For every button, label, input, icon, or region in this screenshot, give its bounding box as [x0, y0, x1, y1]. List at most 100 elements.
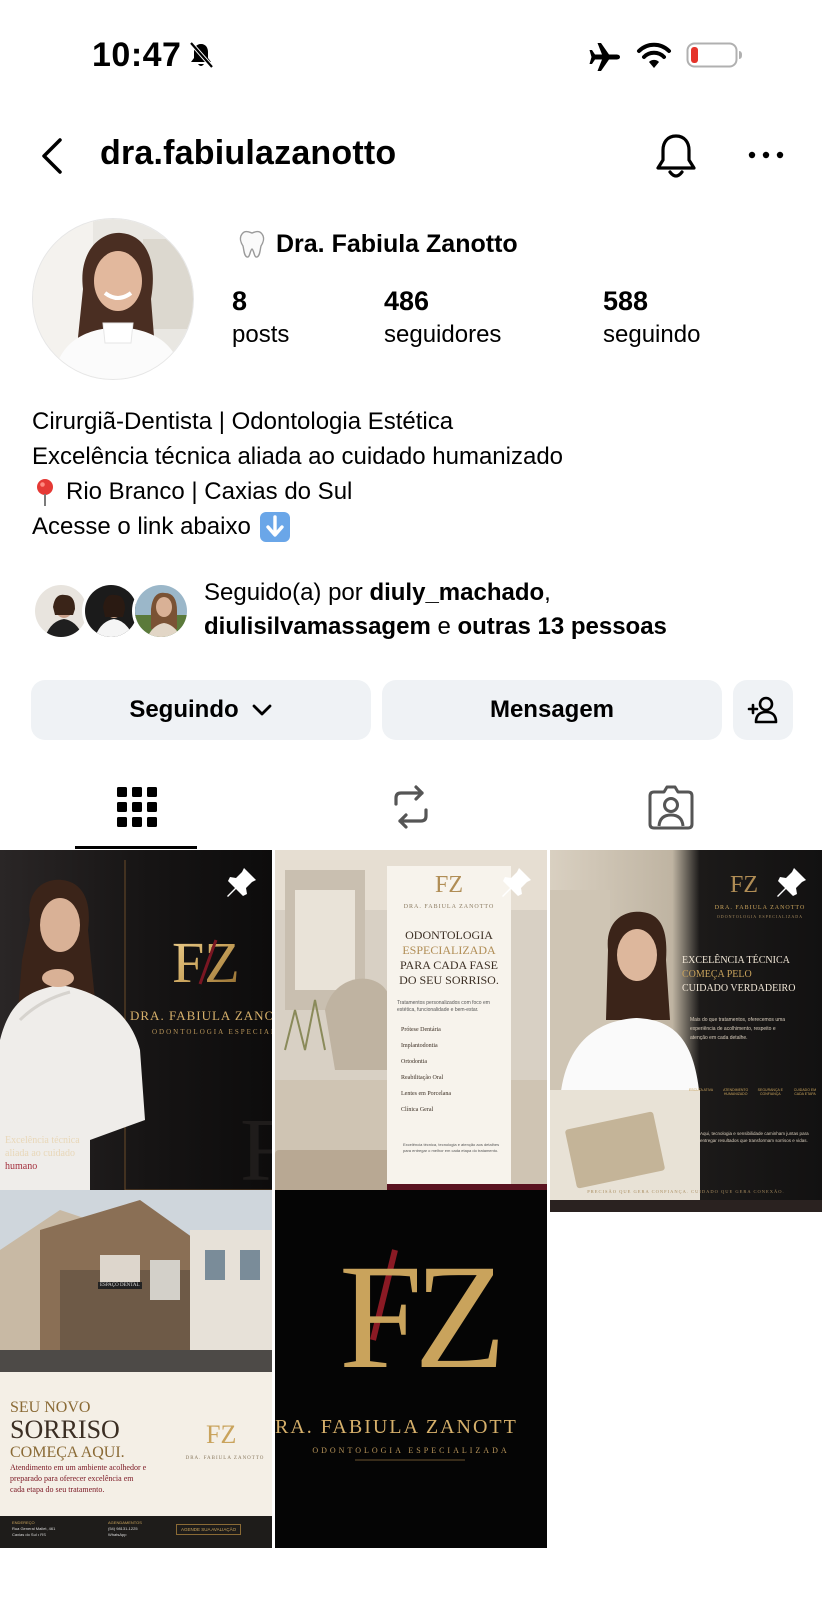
pinned-post-icon: [777, 868, 806, 897]
post-3-monogram: FZ: [730, 872, 759, 898]
stat-followers-label: seguidores: [384, 321, 502, 348]
post-2-item-4: Reabilitação Oral: [401, 1075, 444, 1081]
post-4-headline: SEU NOVO SORRISO COMEÇA AQUI.: [10, 1398, 125, 1462]
notification-bell-icon[interactable]: [652, 130, 700, 182]
post-1-sub: ODONTOLOGIA ESPECIALIZADA: [152, 1028, 272, 1036]
post-2-title-2: ESPECIALIZADA: [402, 943, 496, 957]
wifi-icon: [637, 42, 671, 68]
following-button[interactable]: Seguindo: [31, 680, 371, 740]
more-options-icon[interactable]: [746, 140, 786, 170]
profile-username: dra.fabiulazanotto: [100, 134, 397, 172]
post-1-name: DRA. FABIULA ZANOTTO: [130, 1008, 272, 1023]
status-bar: 10:47: [0, 0, 822, 110]
post-2-item-5: Lentes em Porcelana: [401, 1091, 451, 1097]
post-3-sub: ODONTOLOGIA ESPECIALIZADA: [716, 914, 804, 919]
stat-following[interactable]: 588 seguindo: [603, 286, 700, 349]
post-3-brand: DRA. FABIULA ZANOTTO: [714, 905, 806, 911]
post-3-title-2: COMEÇA PELO: [682, 969, 752, 980]
display-name: Dra. Fabiula Zanotto: [276, 229, 518, 258]
following-button-label: Seguindo: [129, 696, 239, 723]
message-button[interactable]: Mensagem: [382, 680, 722, 740]
followed-connector: e: [430, 613, 458, 640]
post-2[interactable]: FZ DRA. FABIULA ZANOTTO ODONTOLOGIA ESPE…: [275, 850, 547, 1212]
post-4-sign: ESPAÇO DENTAL: [98, 1282, 142, 1289]
post-4-address: ENDEREÇO Rua General Mallet, 461 Caxias …: [12, 1520, 55, 1538]
post-1-caption: Excelência técnica aliada ao cuidado hum…: [5, 1134, 80, 1173]
post-4-city: Caxias do Sul • RS: [12, 1532, 46, 1537]
post-2-item-2: Implantodontia: [401, 1043, 438, 1049]
add-person-icon: [747, 696, 778, 724]
profile-avatar[interactable]: [32, 218, 194, 380]
post-3-pillars: ESCUTA ATIVA ATENDIMENTO HUMANIZADO SEGU…: [686, 1088, 820, 1096]
tagged-tab-icon[interactable]: [646, 782, 696, 832]
post-3-pillar-4: CUIDADO EM CADA ETAPA: [793, 1088, 817, 1096]
post-3-title-3: CUIDADO VERDADEIRO: [682, 983, 796, 994]
post-2-item-6: Clínica Geral: [401, 1107, 434, 1113]
bio-link-hint: Acesse o link abaixo: [32, 513, 251, 540]
post-4[interactable]: ESPAÇO DENTAL SEU NOVO SORRISO COMEÇA AQ…: [0, 1190, 272, 1548]
profile-tabs: [0, 770, 822, 850]
post-4-body: Atendimento em um ambiente acolhedor e p…: [10, 1463, 147, 1494]
post-4-cta: AGENDE SUA AVALIAÇÃO: [176, 1524, 242, 1535]
post-5-name: RA. FABIULA ZANOTT: [275, 1416, 518, 1438]
display-name-row: Dra. Fabiula Zanotto: [236, 228, 518, 260]
mutual-user-2[interactable]: diulisilvamassagem: [204, 613, 431, 640]
post-3-note: Aqui, tecnologia e sensibilidade caminha…: [700, 1131, 809, 1143]
message-button-label: Mensagem: [489, 696, 615, 723]
back-arrow-icon[interactable]: [36, 134, 70, 178]
post-2-list: Prótese Dentária Implantodontia Ortodont…: [401, 1022, 505, 1118]
down-arrow-emoji-icon: [259, 511, 290, 542]
post-1[interactable]: FZ FZ DRA. FABIULA ZANOTTO ODONTOLOGIA E…: [0, 850, 272, 1212]
location-pin-icon: [37, 478, 53, 506]
post-4-brand: DRA. FABIULA ZANOTTO: [185, 1456, 265, 1461]
post-1-caption-line-3: humano: [5, 1161, 38, 1172]
svg-text:FZ: FZ: [240, 1101, 272, 1200]
post-5[interactable]: FZ RA. FABIULA ZANOTT ODONTOLOGIA ESPECI…: [275, 1190, 547, 1548]
stat-followers[interactable]: 486 seguidores: [384, 286, 501, 349]
post-1-caption-line-2: aliada ao cuidado: [5, 1148, 75, 1159]
status-time: 10:47: [92, 36, 182, 74]
stat-followers-count: 486: [384, 286, 430, 316]
post-3-pillar-1: ESCUTA ATIVA: [688, 1088, 714, 1092]
post-2-brand: DRA. FABIULA ZANOTTO: [403, 904, 495, 910]
pinned-post-icon: [227, 868, 256, 897]
post-4-monogram: FZ: [206, 1420, 237, 1449]
post-2-title: ODONTOLOGIA ESPECIALIZADA PARA CADA FASE…: [387, 928, 511, 988]
followed-prefix: Seguido(a) por: [204, 579, 370, 606]
post-1-caption-line-1: Excelência técnica: [5, 1135, 80, 1146]
grid-tab-icon[interactable]: [112, 782, 162, 832]
mutual-user-1[interactable]: diuly_machado: [369, 579, 544, 606]
profile-header: dra.fabiulazanotto: [0, 120, 822, 192]
mutual-others[interactable]: outras 13 pessoas: [457, 613, 666, 640]
profile-bio: Cirurgiã-Dentista | Odontologia Estética…: [32, 404, 563, 544]
bio-line-3: Rio Branco | Caxias do Sul: [32, 474, 563, 509]
bio-line-4: Acesse o link abaixo: [32, 509, 563, 544]
post-5-sub: ODONTOLOGIA ESPECIALIZADA: [312, 1446, 510, 1455]
followed-by[interactable]: Seguido(a) por diuly_machado, diulisilva…: [32, 576, 812, 646]
avatar-photo: [33, 219, 193, 379]
stat-following-count: 588: [603, 286, 649, 316]
post-4-whatsapp: WhatsApp: [108, 1532, 127, 1537]
post-3-title: EXCELÊNCIA TÉCNICA COMEÇA PELO CUIDADO V…: [682, 954, 822, 996]
mutual-avatar-3: [132, 582, 190, 640]
suggest-people-button[interactable]: [733, 680, 793, 740]
post-3[interactable]: FZ DRA. FABIULA ZANOTTO ODONTOLOGIA ESPE…: [550, 850, 822, 1212]
tooth-emoji-icon: [239, 230, 265, 258]
bio-line-1: Cirurgiã-Dentista | Odontologia Estética: [32, 408, 454, 435]
post-3-body: Mais do que tratamentos, oferecemos uma …: [690, 1017, 786, 1041]
post-2-intro: Tratamentos personalizados com foco em e…: [397, 1000, 490, 1013]
chevron-down-icon: [252, 704, 272, 716]
posts-grid: FZ FZ DRA. FABIULA ZANOTTO ODONTOLOGIA E…: [0, 850, 822, 1600]
post-2-item-3: Ortodontia: [401, 1059, 427, 1065]
post-4-headline-3: COMEÇA AQUI.: [10, 1444, 125, 1461]
post-2-title-1: ODONTOLOGIA: [405, 928, 493, 942]
post-2-title-3: PARA CADA FASE: [399, 958, 499, 972]
post-3-title-1: EXCELÊNCIA TÉCNICA: [682, 955, 790, 966]
pinned-post-icon: [502, 868, 531, 897]
stat-following-label: seguindo: [603, 321, 701, 348]
silent-mode-icon: [189, 41, 214, 69]
stat-posts[interactable]: 8 posts: [232, 286, 289, 349]
bio-line-2: Excelência técnica aliada ao cuidado hum…: [32, 443, 564, 470]
reposts-tab-icon[interactable]: [386, 782, 436, 832]
followed-separator: ,: [544, 579, 551, 606]
